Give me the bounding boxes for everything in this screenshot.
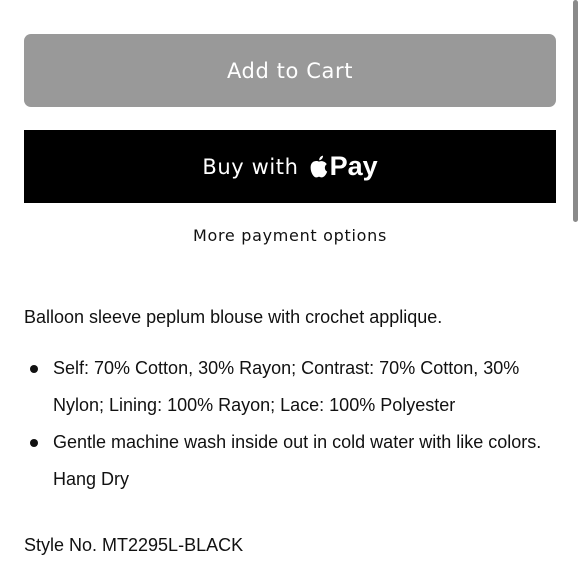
bullet-icon: [30, 365, 38, 373]
detail-text: Self: 70% Cotton, 30% Rayon; Contrast: 7…: [53, 358, 520, 415]
scrollbar[interactable]: [573, 0, 578, 222]
bullet-icon: [30, 439, 38, 447]
add-to-cart-button[interactable]: Add to Cart: [24, 34, 556, 107]
apple-pay-button[interactable]: Buy with Pay: [24, 130, 556, 203]
buy-with-label: Buy with: [202, 154, 299, 179]
detail-text: Gentle machine wash inside out in cold w…: [53, 432, 542, 489]
product-details-list: Self: 70% Cotton, 30% Rayon; Contrast: 7…: [24, 350, 564, 498]
list-item: Self: 70% Cotton, 30% Rayon; Contrast: 7…: [24, 350, 564, 424]
list-item: Gentle machine wash inside out in cold w…: [24, 424, 564, 498]
more-payment-options-link[interactable]: More payment options: [24, 226, 556, 245]
apple-logo-icon: [309, 155, 329, 179]
style-number: Style No. MT2295L-BLACK: [24, 535, 244, 555]
product-description: Balloon sleeve peplum blouse with croche…: [24, 307, 443, 327]
pay-brand-label: Pay: [329, 151, 378, 181]
add-to-cart-label: Add to Cart: [226, 58, 354, 83]
